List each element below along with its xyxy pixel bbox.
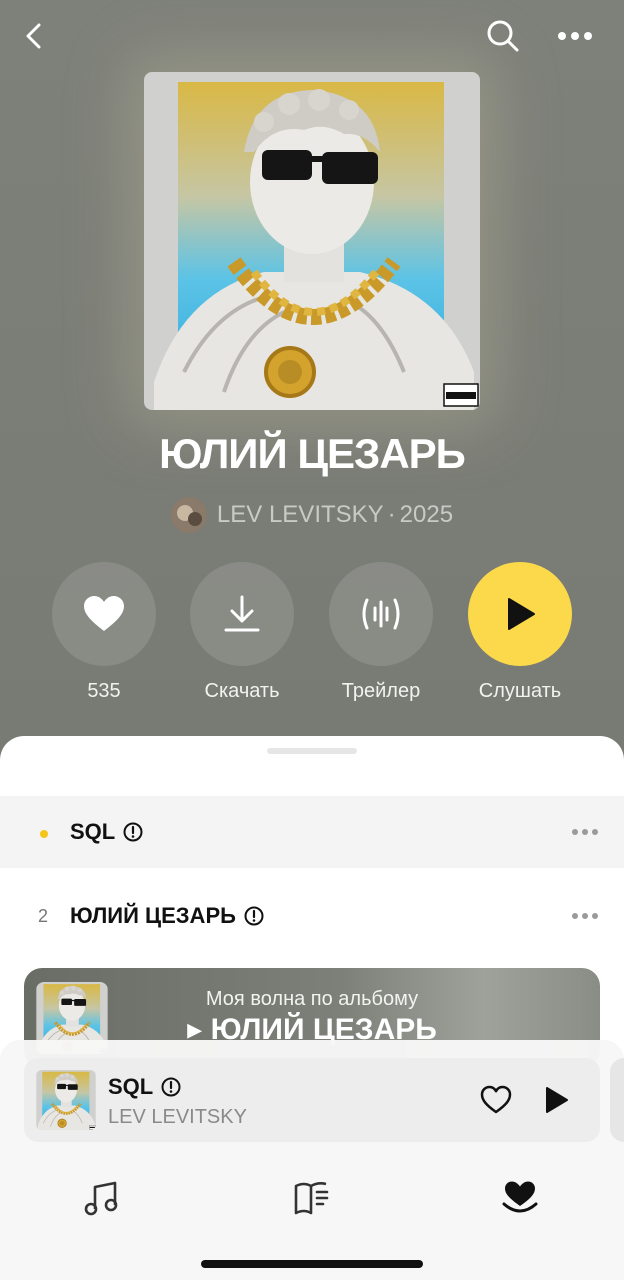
tab-favorites[interactable] xyxy=(490,1168,550,1228)
heart-tab-icon xyxy=(502,1181,538,1213)
track-title: SQL xyxy=(70,819,143,845)
listen-action[interactable]: Слушать xyxy=(468,562,572,703)
track-more-button[interactable] xyxy=(568,818,602,846)
search-button[interactable] xyxy=(481,14,525,58)
like-action[interactable]: 535 xyxy=(52,562,156,703)
search-icon xyxy=(487,20,519,52)
mini-player-title: SQL xyxy=(108,1074,181,1100)
home-indicator xyxy=(201,1260,423,1268)
tab-music[interactable] xyxy=(72,1168,132,1228)
track-title: ЮЛИЙ ЦЕЗАРЬ xyxy=(70,903,264,929)
sheet-grabber[interactable] xyxy=(267,748,357,754)
explicit-icon xyxy=(244,906,264,926)
artist-name: LEV LEVITSKY xyxy=(216,501,384,528)
like-count: 535 xyxy=(87,680,121,702)
mini-player-artist: LEV LEVITSKY xyxy=(108,1106,247,1128)
artist-avatar xyxy=(170,497,207,533)
track-number: 2 xyxy=(38,905,49,926)
trailer-action[interactable]: Трейлер xyxy=(329,562,433,703)
mini-player[interactable]: SQL LEV LEVITSKY xyxy=(24,1058,600,1142)
mini-player-play-button[interactable] xyxy=(536,1080,576,1120)
download-label: Скачать xyxy=(204,680,280,702)
explicit-icon xyxy=(161,1077,181,1097)
more-options-button[interactable] xyxy=(553,14,597,58)
book-icon xyxy=(294,1182,329,1215)
trailer-button[interactable] xyxy=(329,562,433,666)
album-cover[interactable] xyxy=(144,72,480,410)
listen-label: Слушать xyxy=(478,680,562,702)
track-row[interactable]: 2 ЮЛИЙ ЦЕЗАРЬ xyxy=(0,880,624,952)
like-button[interactable] xyxy=(52,562,156,666)
separator: · xyxy=(387,501,396,528)
download-action[interactable]: Скачать xyxy=(190,562,294,703)
ellipsis-icon xyxy=(558,32,592,40)
heart-outline-icon xyxy=(480,1085,512,1114)
now-playing-indicator xyxy=(0,822,70,843)
album-header: ЮЛИЙ ЦЕЗАРЬ LEV LEVITSKY · 2025 535 Скач… xyxy=(0,0,624,760)
album-year: 2025 xyxy=(399,501,454,528)
track-row[interactable]: SQL xyxy=(0,796,624,868)
mini-player-cover xyxy=(36,1070,96,1130)
album-cover-image xyxy=(144,72,480,410)
tab-library[interactable] xyxy=(282,1168,342,1228)
download-button[interactable] xyxy=(190,562,294,666)
music-note-icon xyxy=(84,1181,118,1216)
heart-icon xyxy=(84,596,124,631)
chevron-left-icon xyxy=(26,23,41,49)
trailer-label: Трейлер xyxy=(341,680,421,702)
waveform-icon xyxy=(362,598,400,630)
album-title: ЮЛИЙ ЦЕЗАРЬ xyxy=(159,430,466,477)
play-icon xyxy=(546,1087,568,1113)
back-button[interactable] xyxy=(12,14,56,58)
next-track-peek[interactable] xyxy=(610,1058,624,1142)
artist-line[interactable]: LEV LEVITSKY · 2025 xyxy=(0,496,624,534)
mini-player-like-button[interactable] xyxy=(476,1080,516,1120)
download-icon xyxy=(224,595,260,632)
track-more-button[interactable] xyxy=(568,902,602,930)
wave-subtitle: Моя волна по альбому xyxy=(205,988,419,1010)
play-icon xyxy=(508,598,535,630)
bottom-panel: SQL LEV LEVITSKY xyxy=(0,1040,624,1280)
listen-button[interactable] xyxy=(468,562,572,666)
explicit-icon xyxy=(123,822,143,842)
